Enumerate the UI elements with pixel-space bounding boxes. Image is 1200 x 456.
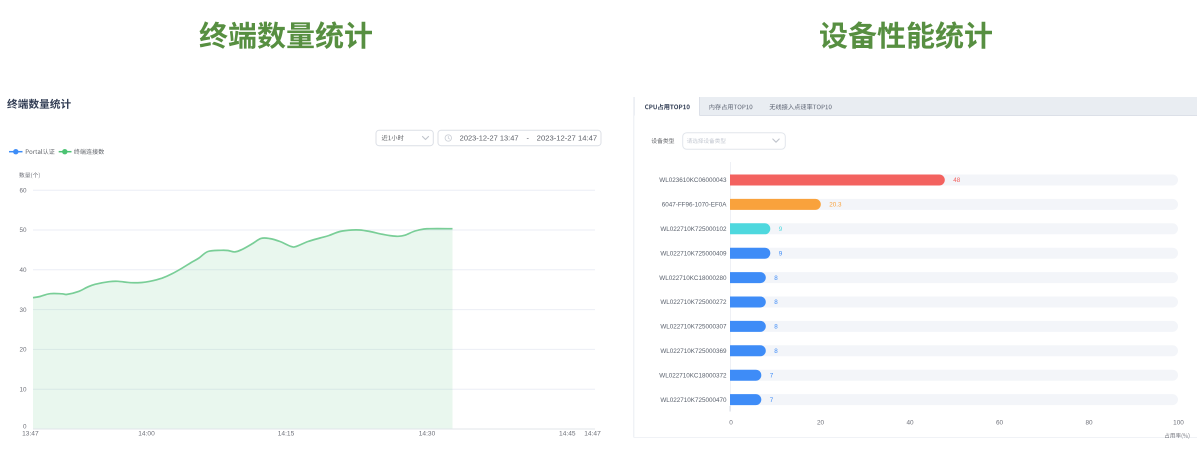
svg-text:14:15: 14:15: [278, 430, 295, 437]
svg-text:60: 60: [996, 419, 1004, 426]
svg-text:20: 20: [19, 347, 27, 354]
svg-text:WL022710KC18000280: WL022710KC18000280: [659, 275, 727, 282]
svg-text:8: 8: [774, 275, 778, 282]
svg-text:WL022710K725000369: WL022710K725000369: [660, 348, 727, 355]
svg-text:48: 48: [953, 177, 961, 184]
svg-text:80: 80: [1085, 419, 1093, 426]
svg-text:WL022710K725000102: WL022710K725000102: [660, 226, 727, 233]
svg-text:WL022710K725000470: WL022710K725000470: [660, 397, 727, 404]
svg-text:10: 10: [19, 386, 27, 393]
svg-text:13:47: 13:47: [22, 430, 39, 437]
svg-text:2023-12-27 14:47: 2023-12-27 14:47: [537, 134, 597, 143]
svg-text:WL022710K725000409: WL022710K725000409: [660, 250, 727, 257]
svg-text:WL022710KC18000372: WL022710KC18000372: [659, 372, 727, 379]
svg-text:9: 9: [779, 250, 783, 257]
svg-text:30: 30: [19, 307, 27, 314]
svg-text:50: 50: [19, 227, 27, 234]
svg-text:14:45: 14:45: [559, 430, 576, 437]
svg-text:60: 60: [19, 187, 27, 194]
svg-text:6047-FF96-1070-EF0A: 6047-FF96-1070-EF0A: [662, 202, 728, 209]
svg-text:0: 0: [729, 419, 733, 426]
svg-text:8: 8: [774, 324, 778, 331]
svg-text:WL023610KC06000043: WL023610KC06000043: [659, 177, 727, 184]
svg-text:40: 40: [19, 267, 27, 274]
svg-text:40: 40: [906, 419, 914, 426]
svg-text:14:30: 14:30: [419, 430, 436, 437]
svg-text:20: 20: [817, 419, 825, 426]
svg-text:8: 8: [774, 348, 778, 355]
svg-text:100: 100: [1173, 419, 1184, 426]
svg-text:8: 8: [774, 299, 778, 306]
svg-text:7: 7: [770, 397, 774, 404]
svg-text:7: 7: [770, 372, 774, 379]
svg-text:14:47: 14:47: [584, 430, 601, 437]
svg-text:WL022710K725000272: WL022710K725000272: [660, 299, 727, 306]
svg-text:2023-12-27 13:47: 2023-12-27 13:47: [460, 134, 519, 143]
svg-text:14:00: 14:00: [138, 430, 155, 437]
svg-text:9: 9: [779, 226, 783, 233]
svg-text:20.3: 20.3: [829, 202, 842, 209]
svg-text:WL022710K725000307: WL022710K725000307: [660, 324, 727, 331]
